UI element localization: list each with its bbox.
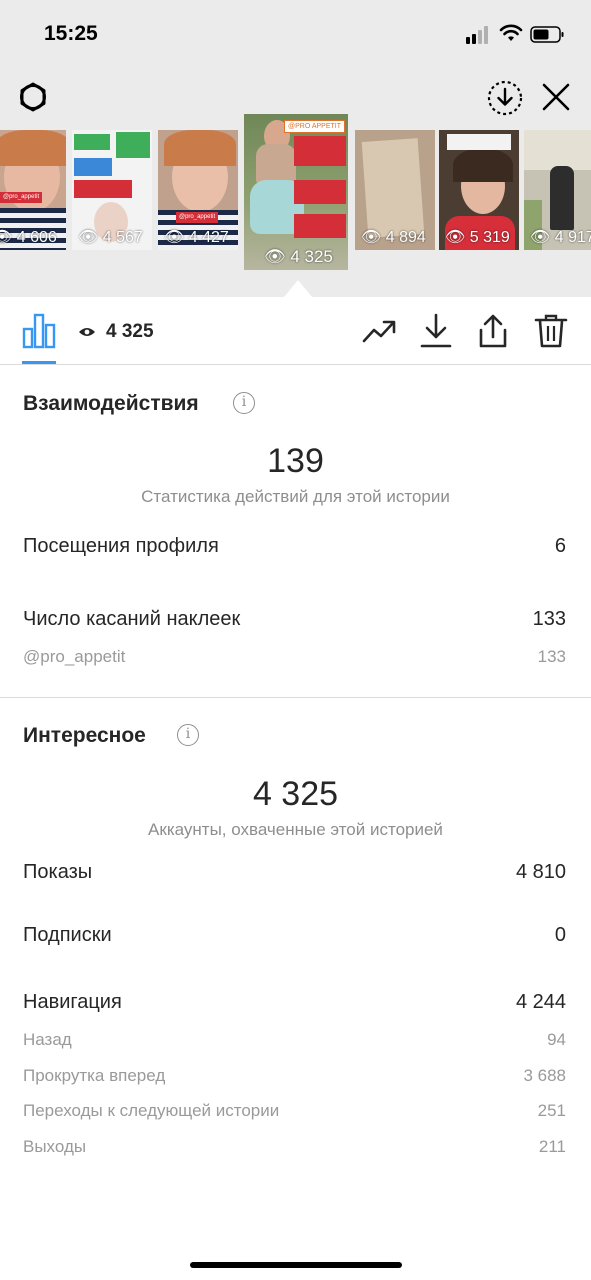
exits-value: 211 <box>538 1137 566 1156</box>
story-tag <box>294 136 346 166</box>
follows-value: 0 <box>554 924 566 946</box>
settings-icon[interactable] <box>15 79 51 115</box>
story-tag <box>294 214 346 238</box>
impressions-label: Показы <box>23 861 93 883</box>
wifi-icon <box>499 24 523 41</box>
next-story-label: Переходы к следующей истории <box>23 1101 280 1120</box>
sticker-handle-label: @pro_appetit <box>23 647 126 666</box>
active-tab-indicator <box>22 361 56 364</box>
battery-icon <box>530 26 564 43</box>
story-thumbnail[interactable]: 👁 4 917 <box>524 130 591 250</box>
story-tag: @pro_appetit <box>176 212 219 223</box>
info-icon[interactable]: i <box>233 392 255 414</box>
sticker-handle-value: 133 <box>537 647 566 666</box>
impressions-value: 4 810 <box>515 861 566 883</box>
navigation-label: Навигация <box>23 991 122 1013</box>
story-views: 👁 4 606 <box>0 229 57 246</box>
story-thumbnail-active[interactable]: @PRO APPETIT 👁 4 325 <box>244 114 348 270</box>
navigation-value: 4 244 <box>515 991 566 1013</box>
eye-icon <box>79 327 95 336</box>
interactions-title: Взаимодействия <box>23 392 199 415</box>
status-bar: 15:25 <box>0 0 591 70</box>
story-thumbnail[interactable]: 👁 5 319 <box>439 130 519 250</box>
share-icon[interactable] <box>475 313 511 349</box>
close-icon[interactable] <box>540 81 572 113</box>
insights-toolbar: 4 325 <box>0 297 591 365</box>
story-thumbnail[interactable]: @pro_appetit 👁 4 427 <box>158 130 238 250</box>
story-tag <box>294 180 346 204</box>
profile-visits-label: Посещения профиля <box>23 535 219 557</box>
next-story-value: 251 <box>537 1101 566 1120</box>
views-summary: 4 325 <box>78 321 154 343</box>
exits-label: Выходы <box>23 1137 87 1156</box>
active-story-pointer <box>284 280 312 297</box>
profile-visits-value: 6 <box>554 535 566 557</box>
story-views: 👁 4 427 <box>164 229 229 246</box>
story-tag <box>74 134 110 150</box>
forward-label: Прокрутка вперед <box>23 1066 166 1085</box>
download-icon[interactable] <box>418 313 454 349</box>
discovery-total: 4 325 <box>252 775 339 813</box>
interactions-caption: Статистика действий для этой истории <box>141 487 450 506</box>
interactions-total: 139 <box>267 442 324 480</box>
story-tag <box>116 132 150 158</box>
story-views: 👁 4 917 <box>530 229 591 246</box>
story-thumbnail[interactable]: 👁 4 567 <box>72 130 152 250</box>
follows-label: Подписки <box>23 924 112 946</box>
story-thumbnail[interactable]: 👁 4 894 <box>355 130 435 250</box>
story-views: 👁 4 567 <box>78 229 143 246</box>
story-tag <box>74 180 132 198</box>
section-divider <box>0 697 591 698</box>
discovery-title: Интересное <box>23 724 146 747</box>
discovery-caption: Аккаунты, охваченные этой историей <box>148 820 443 839</box>
trash-icon[interactable] <box>533 313 569 349</box>
views-count: 4 325 <box>106 321 154 342</box>
home-indicator <box>190 1262 402 1268</box>
back-value: 94 <box>547 1030 566 1049</box>
status-time: 15:25 <box>44 22 98 45</box>
story-views: 👁 4 894 <box>361 229 426 246</box>
stories-header: 15:25 @pro_appetit 👁 4 606 👁 4 567 @pro_… <box>0 0 591 297</box>
story-tag: @pro_appetit <box>0 192 43 203</box>
story-tag <box>447 134 511 150</box>
story-thumbnail[interactable]: @pro_appetit 👁 4 606 <box>0 130 66 250</box>
forward-value: 3 688 <box>523 1066 566 1085</box>
sticker-taps-value: 133 <box>532 608 566 630</box>
story-tag: @PRO APPETIT <box>284 120 346 133</box>
bar-chart-icon[interactable] <box>22 311 56 349</box>
info-icon[interactable]: i <box>177 724 199 746</box>
sticker-taps-label: Число касаний наклеек <box>23 608 241 630</box>
story-tag <box>74 158 112 176</box>
trending-icon[interactable] <box>361 313 397 349</box>
story-thumbnails: @pro_appetit 👁 4 606 👁 4 567 @pro_appeti… <box>0 112 591 272</box>
story-views: 👁 5 319 <box>445 229 510 246</box>
back-label: Назад <box>23 1030 72 1049</box>
story-views: 👁 4 325 <box>264 247 333 266</box>
cellular-signal-icon <box>466 26 492 44</box>
